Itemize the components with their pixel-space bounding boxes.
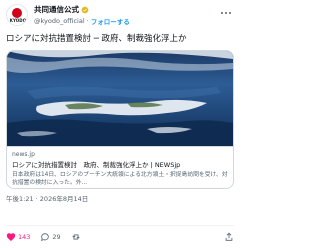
share-icon[interactable] <box>224 232 234 242</box>
display-name[interactable]: 共同通信公式 <box>34 4 79 15</box>
action-bar: 143 29 <box>6 231 234 243</box>
card-image-aerial-islands <box>7 51 233 146</box>
kyodo-logo-icon <box>12 8 22 18</box>
separator: · <box>86 17 89 25</box>
card-domain: news.jp <box>12 151 35 158</box>
card-title[interactable]: ロシアに対抗措置検討 政府、制裁強化浮上か | NEWSjp <box>12 160 228 171</box>
handle-row: @kyodo_official · フォローする <box>34 16 130 26</box>
reply-button[interactable]: 29 <box>40 232 61 242</box>
avatar-logo-text: KYODO <box>9 18 27 23</box>
card-body: news.jp ロシアに対抗措置検討 政府、制裁強化浮上か | NEWSjp 日… <box>7 146 233 188</box>
repost-button[interactable] <box>71 232 83 242</box>
heart-icon <box>6 233 16 241</box>
like-count: 143 <box>18 233 31 241</box>
repost-icon <box>72 234 80 240</box>
tweet-header: KYODO 共同通信公式 @kyodo_official · フォローする <box>6 3 234 27</box>
avatar[interactable]: KYODO <box>6 4 28 26</box>
card-description: 日本政府は14日、ロシアのプーチン大統領による北方領土・択捉島訪問を受け、対抗措… <box>12 172 228 186</box>
link-card[interactable]: news.jp ロシアに対抗措置検討 政府、制裁強化浮上か | NEWSjp 日… <box>6 50 234 189</box>
tweet-text: ロシアに対抗措置検討 ─ 政府、制裁強化浮上か <box>6 34 187 44</box>
follow-button[interactable]: フォローする <box>91 16 130 26</box>
account-handle[interactable]: @kyodo_official <box>34 17 85 25</box>
more-options-icon[interactable] <box>220 9 232 17</box>
like-button[interactable]: 143 <box>6 232 30 242</box>
verified-badge-icon <box>81 6 89 13</box>
display-name-row: 共同通信公式 <box>34 4 89 15</box>
tweet-timestamp[interactable]: 午後1:21 · 2026年8月14日 <box>6 193 88 203</box>
reply-count: 29 <box>52 233 61 241</box>
reply-bubble-icon <box>41 233 50 242</box>
divider <box>6 225 234 226</box>
